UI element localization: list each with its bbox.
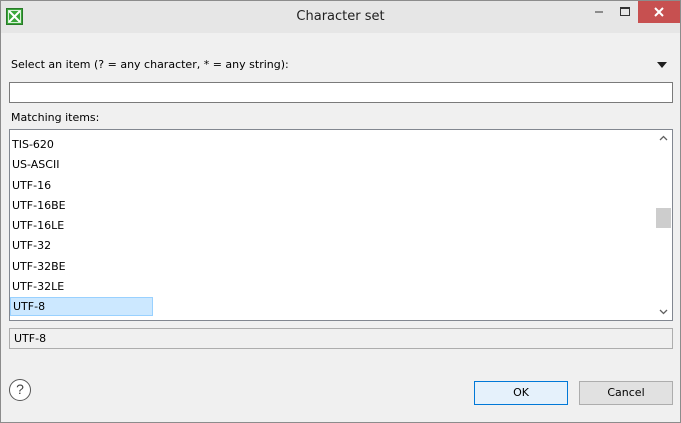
cancel-button[interactable]: Cancel [579,381,673,405]
list-items-container: TIS-620 US-ASCII UTF-16 UTF-16BE UTF-16LE UTF… [10,135,655,317]
scroll-thumb[interactable] [656,208,671,228]
maximize-button[interactable] [612,1,638,23]
title-bar[interactable]: Character set [1,1,680,33]
minimize-button[interactable] [586,1,612,23]
search-input[interactable] [9,82,673,103]
list-item-label: UTF-8 [10,297,153,316]
list-item[interactable]: UTF-16BE [10,196,655,216]
list-item[interactable]: UTF-16LE [10,216,655,236]
list-item[interactable]: UTF-16 [10,176,655,196]
list-item[interactable]: TIS-620 [10,135,655,155]
matching-items-list[interactable]: TIS-620 US-ASCII UTF-16 UTF-16BE UTF-16LE UTF… [9,129,673,321]
list-item[interactable]: UTF-32LE [10,277,655,297]
help-icon[interactable]: ? [9,379,31,401]
list-item-label: UTF-32LE [12,279,65,293]
list-item[interactable]: US-ASCII [10,155,655,175]
list-item-label: UTF-32BE [12,259,66,273]
window-title: Character set [296,9,385,24]
list-item[interactable]: UTF-32BE [10,257,655,277]
chevron-down-icon[interactable] [656,60,668,70]
vertical-scrollbar[interactable] [655,130,672,320]
list-item[interactable]: UTF-32 [10,236,655,256]
scroll-down-icon[interactable] [655,303,672,320]
list-item-label: UTF-32 [12,239,52,253]
list-item-label: UTF-16BE [12,198,66,212]
list-item-label: UTF-16LE [12,219,65,232]
list-item-label: UTF-16 [12,178,52,192]
list-item-label: TIS-620 [12,138,54,151]
list-item[interactable]: UTF-8 [10,297,655,317]
selected-item-status: UTF-8 [9,328,673,349]
character-set-dialog: Character set Select an item (? = any ch… [0,0,681,423]
list-item-label: US-ASCII [12,158,60,172]
close-button[interactable] [638,1,680,23]
scroll-up-icon[interactable] [655,130,672,147]
matching-items-label: Matching items: [11,111,100,124]
ok-button[interactable]: OK [474,381,568,405]
filter-prompt-label: Select an item (? = any character, * = a… [11,58,289,71]
